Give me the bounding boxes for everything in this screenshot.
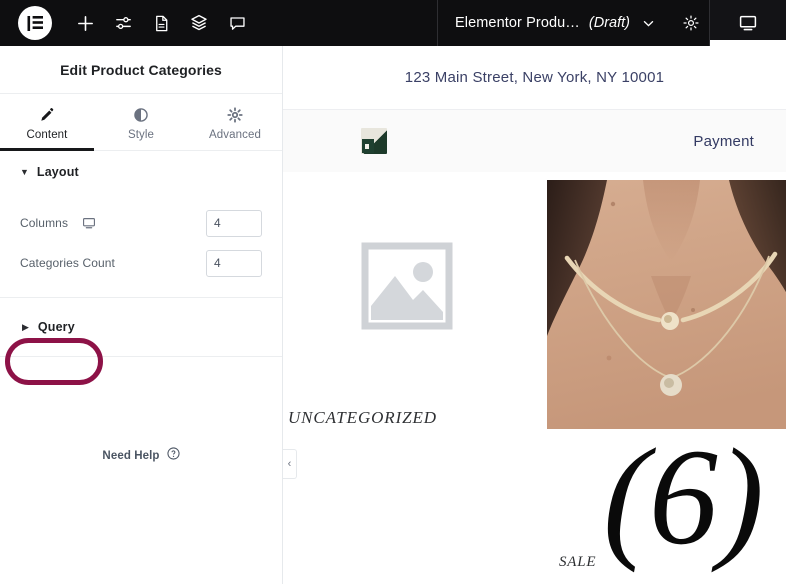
document-status-badge: (Draft): [588, 15, 631, 31]
page-preview-canvas: 123 Main Street, New York, NY 10001 Paym…: [283, 46, 786, 584]
tab-advanced[interactable]: Advanced: [188, 94, 282, 150]
panel-tabs: Content Style Advanced: [0, 94, 282, 151]
document-title: Elementor Produ…: [455, 15, 580, 31]
site-settings-sliders-icon[interactable]: [104, 0, 142, 46]
section-query-zone: ▶ Query: [0, 298, 282, 356]
triangle-right-icon: ▶: [22, 321, 29, 332]
half-circle-icon: [133, 107, 149, 123]
category-card-sale[interactable]: (6) SALE: [547, 180, 786, 584]
category-card-uncategorized[interactable]: UNCATEGORIZED: [288, 180, 538, 584]
necklace-photo: [547, 180, 786, 429]
section-header-layout[interactable]: ▼ Layout: [0, 151, 282, 193]
site-logo-thumbnail[interactable]: [361, 128, 387, 154]
category-count-sale: (6): [603, 420, 764, 573]
category-label-sale: SALE: [559, 554, 597, 570]
document-info-group: Elementor Produ… (Draft): [437, 0, 706, 46]
elementor-editor-window: Elementor Produ… (Draft) Edit Product Ca…: [0, 0, 786, 584]
navigator-layers-icon[interactable]: [180, 0, 218, 46]
section-title-layout: Layout: [36, 165, 79, 179]
triangle-down-icon: ▼: [20, 166, 29, 177]
columns-input[interactable]: [206, 209, 262, 237]
nav-item-payment[interactable]: Payment: [693, 133, 754, 150]
section-body-layout: Columns Categories Count: [0, 193, 282, 297]
need-help-link[interactable]: Need Help: [0, 436, 282, 476]
section-divider: [0, 356, 282, 357]
need-help-label: Need Help: [102, 450, 160, 462]
control-categories-count: Categories Count: [0, 243, 282, 283]
collapse-panel-handle[interactable]: ‹: [283, 449, 297, 479]
desktop-monitor-icon[interactable]: [82, 216, 96, 230]
gear-icon[interactable]: [676, 0, 706, 46]
category-label-uncategorized: UNCATEGORIZED: [288, 408, 437, 427]
editor-top-bar: Elementor Produ… (Draft): [0, 0, 786, 46]
page-title: Edit Product Categories: [60, 61, 222, 78]
woocommerce-placeholder-image: [361, 240, 453, 332]
control-columns-label: Columns: [20, 216, 69, 230]
control-categories-count-label: Categories Count: [20, 256, 115, 270]
page-settings-document-icon[interactable]: [142, 0, 180, 46]
categories-count-input[interactable]: [206, 249, 262, 277]
question-circle-icon: [166, 447, 180, 465]
gear-icon: [227, 107, 243, 123]
widget-settings-panel: Edit Product Categories Content Style Ad…: [0, 46, 283, 584]
site-top-bar: 123 Main Street, New York, NY 10001: [283, 46, 786, 110]
tab-style-label: Style: [127, 129, 155, 141]
top-bar-left-group: [0, 0, 256, 46]
tab-content-label: Content: [26, 129, 68, 141]
notes-comment-icon[interactable]: [218, 0, 256, 46]
site-header: Payment: [283, 110, 786, 172]
section-title-query: Query: [37, 320, 75, 334]
desktop-monitor-icon[interactable]: [728, 3, 768, 43]
site-address-text: 123 Main Street, New York, NY 10001: [404, 69, 665, 86]
add-element-icon[interactable]: [66, 0, 104, 46]
pencil-icon: [39, 107, 55, 123]
chevron-down-icon[interactable]: [639, 0, 657, 46]
tab-content[interactable]: Content: [0, 94, 94, 151]
elementor-logo-icon[interactable]: [18, 6, 52, 40]
panel-header: Edit Product Categories: [0, 46, 282, 94]
product-categories-grid: UNCATEGORIZED (6) SALE: [283, 172, 786, 584]
section-header-query[interactable]: ▶ Query: [0, 311, 75, 343]
control-columns: Columns: [0, 203, 282, 243]
tab-advanced-label: Advanced: [209, 129, 261, 141]
tab-style[interactable]: Style: [94, 94, 188, 150]
